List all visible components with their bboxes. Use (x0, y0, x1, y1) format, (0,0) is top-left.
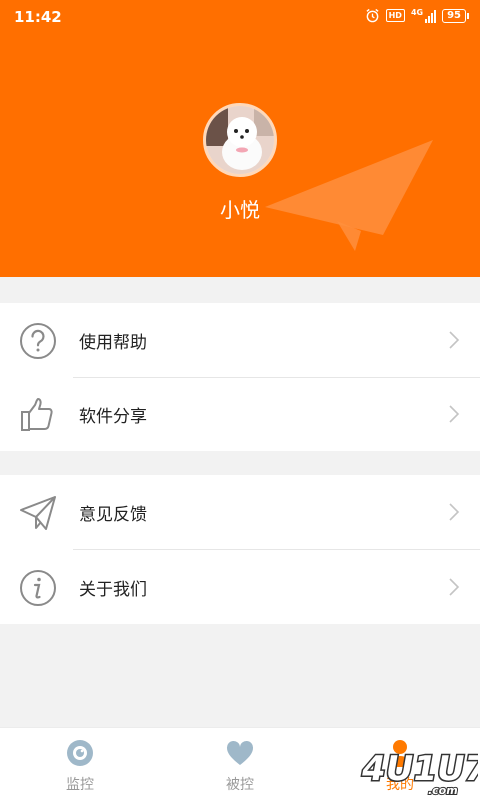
menu-item-label: 关于我们 (79, 580, 147, 600)
status-icons: HD 4G 95 (365, 7, 469, 23)
tab-controlled[interactable]: 被控 (160, 728, 320, 800)
info-circle-icon (20, 570, 56, 606)
network-type: 4G (410, 7, 424, 17)
menu-item-label: 使用帮助 (79, 333, 147, 353)
username: 小悦 (220, 198, 260, 222)
dog-photo (206, 106, 274, 174)
tab-monitor[interactable]: 监控 (0, 728, 160, 800)
chevron-right-icon (449, 578, 460, 596)
alarm-icon (366, 8, 379, 23)
hd-badge: HD (385, 9, 405, 22)
status-bar: 11:42 HD 4G 95 (0, 0, 480, 34)
menu-group-2: 意见反馈 关于我们 (0, 475, 480, 624)
menu-item-about[interactable]: 关于我们 (0, 550, 480, 624)
menu-group-1: 使用帮助 软件分享 (0, 303, 480, 451)
chevron-right-icon (449, 405, 460, 423)
svg-text:.com: .com (427, 784, 459, 797)
menu-item-feedback[interactable]: 意见反馈 (0, 475, 480, 549)
tab-label: 监控 (66, 777, 94, 793)
site-watermark-logo: 4U1U7 .com (357, 748, 478, 798)
menu-item-label: 意见反馈 (79, 505, 147, 525)
profile-header: 11:42 HD 4G 95 小悦 (0, 0, 480, 277)
status-time: 11:42 (14, 8, 62, 26)
paper-plane-icon (20, 496, 56, 530)
camera-eye-icon (67, 740, 93, 766)
question-circle-icon (20, 323, 56, 359)
battery-indicator: 95 (442, 8, 469, 23)
svg-text:4U1U7: 4U1U7 (358, 749, 478, 789)
heart-icon (226, 740, 254, 765)
avatar[interactable] (203, 103, 277, 177)
thumbs-up-icon (21, 398, 53, 431)
signal-icon (425, 9, 437, 23)
tab-label: 被控 (226, 777, 254, 793)
menu-item-help[interactable]: 使用帮助 (0, 303, 480, 377)
menu-item-share[interactable]: 软件分享 (0, 377, 480, 451)
chevron-right-icon (449, 503, 460, 521)
menu-item-label: 软件分享 (79, 407, 147, 427)
chevron-right-icon (449, 331, 460, 349)
